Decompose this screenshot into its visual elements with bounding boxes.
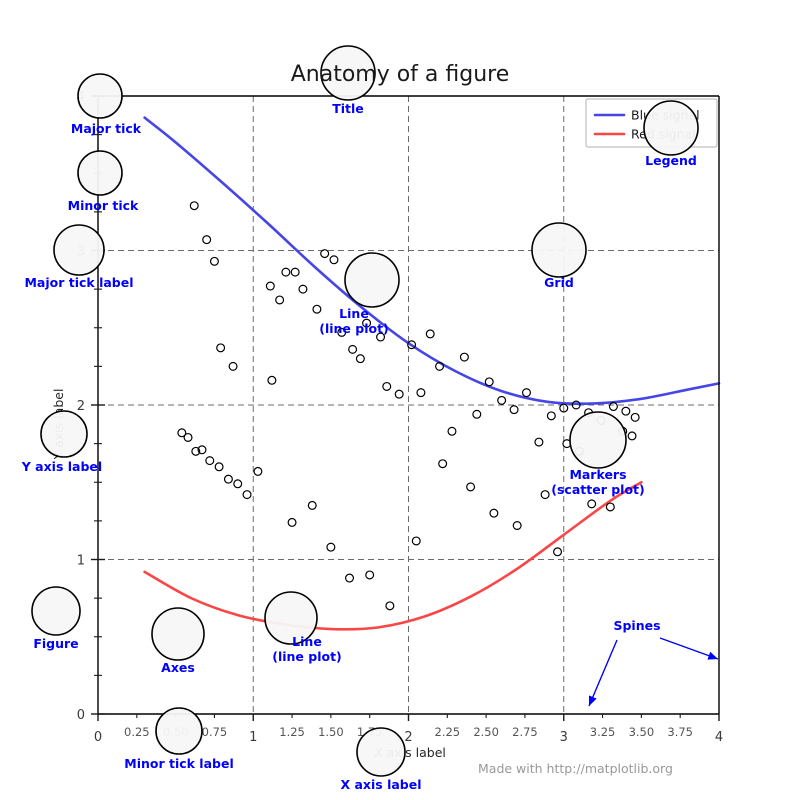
- annotation-grid: Grid: [544, 275, 574, 290]
- figure-footer: Made with http://matplotlib.org: [478, 761, 673, 776]
- highlight-circle-y-axis-label: [40, 410, 88, 458]
- annotation-title: Title: [332, 101, 364, 116]
- x-major-tick-label: 0: [94, 730, 102, 745]
- x-minor-tick-label: 2.50: [473, 725, 499, 739]
- annotation-minor-tick: Minor tick: [68, 198, 139, 213]
- highlight-circle-major-tick: [77, 73, 123, 119]
- highlight-circle-line-mid-1: [344, 252, 400, 308]
- annotation-line-mid-1: Line: [339, 306, 369, 321]
- annotation-x-axis-label: X axis label: [341, 777, 422, 792]
- annotation-spines: Spines: [613, 618, 660, 633]
- annotation-major-tick-label: Major tick label: [24, 275, 133, 290]
- x-major-tick-label: 4: [715, 730, 723, 745]
- x-minor-tick-label: 2.75: [512, 725, 538, 739]
- annotation-axes: Axes: [161, 660, 195, 675]
- highlight-circle-minor-tick: [77, 150, 123, 196]
- x-minor-tick-label: 3.75: [667, 725, 693, 739]
- x-major-tick-label: 1: [249, 730, 257, 745]
- annotation-minor-tick-label: Minor tick label: [124, 756, 234, 771]
- annotation-markers-1: Markers: [569, 467, 626, 482]
- x-minor-tick-label: 1.50: [318, 725, 344, 739]
- highlight-circle-grid: [531, 222, 587, 278]
- figure-title: Anatomy of a figure: [291, 62, 510, 87]
- highlight-circle-x-axis-label: [356, 727, 406, 777]
- y-major-tick-label: 2: [77, 399, 85, 414]
- highlight-circle-legend: [643, 100, 699, 156]
- highlight-circle-markers-1: [569, 411, 627, 469]
- annotation-major-tick: Major tick: [71, 121, 142, 136]
- annotation-figure: Figure: [33, 636, 78, 651]
- x-minor-tick-label: 3.25: [590, 725, 616, 739]
- annotation-legend: Legend: [645, 153, 697, 168]
- annotation-line-left-1: Line: [292, 634, 322, 649]
- highlight-circle-axes: [151, 607, 205, 661]
- annotation-markers-2: (scatter plot): [551, 482, 644, 497]
- highlight-circle-figure: [31, 586, 81, 636]
- figure-footer-group: Made with http://matplotlib.org: [478, 761, 673, 776]
- x-minor-tick-label: 2.25: [435, 725, 461, 739]
- x-major-tick-label: 3: [560, 730, 568, 745]
- x-minor-tick-label: 1.25: [279, 725, 305, 739]
- x-minor-tick-label: 0.25: [124, 725, 150, 739]
- matplotlib-figure: 012340.250.500.751.251.501.752.252.502.7…: [0, 0, 800, 800]
- annotation-line-left-2: (line plot): [272, 649, 342, 664]
- x-minor-tick-label: 0.75: [202, 725, 228, 739]
- annotation-line-mid-2: (line plot): [319, 321, 389, 336]
- y-major-tick-label: 1: [77, 554, 85, 569]
- x-minor-tick-label: 3.50: [629, 725, 655, 739]
- x-major-tick-label: 2: [404, 730, 412, 745]
- highlight-circle-major-tick-label: [53, 224, 105, 276]
- figure-title-group: Anatomy of a figure: [291, 62, 510, 87]
- annotation-y-axis-label: Y axis label: [21, 459, 102, 474]
- y-major-tick-label: 0: [77, 708, 85, 723]
- figure-canvas: 012340.250.500.751.251.501.752.252.502.7…: [0, 0, 800, 800]
- highlight-circle-minor-tick-label: [155, 707, 203, 755]
